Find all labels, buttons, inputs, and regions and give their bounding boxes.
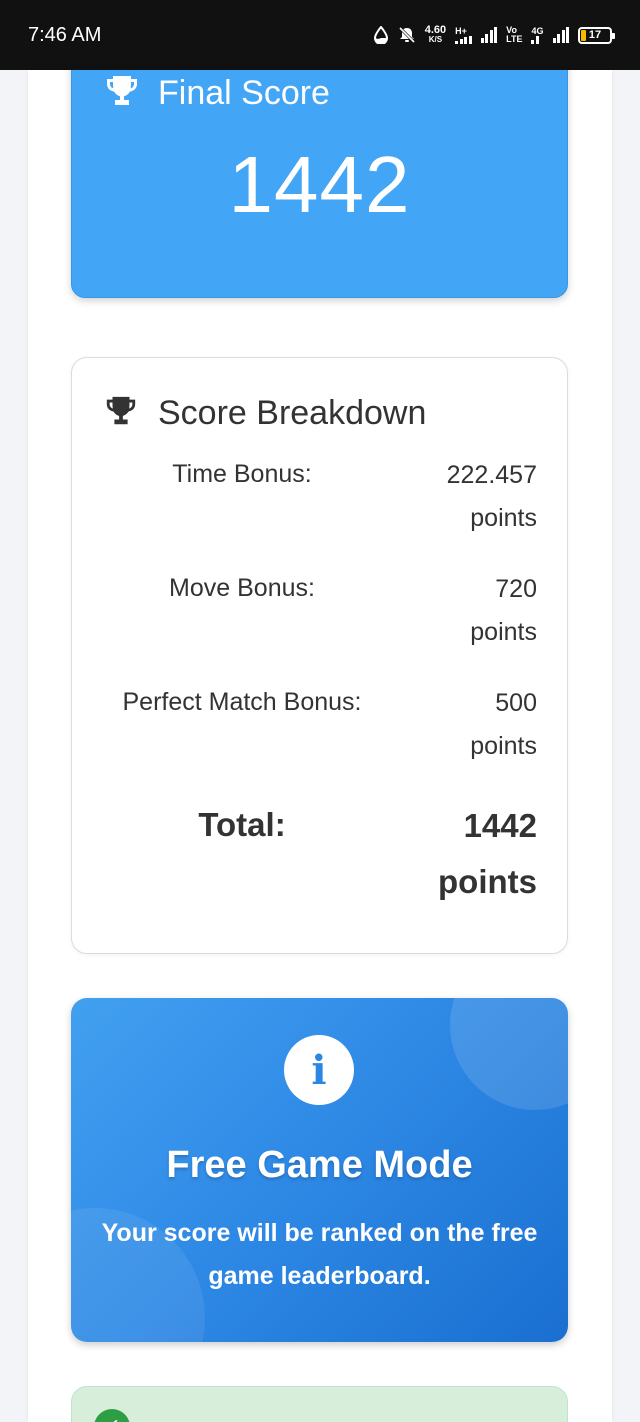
signal1: H+ (455, 25, 472, 44)
signal1-label: H+ (455, 25, 467, 36)
volte-indicator: Vo LTE (506, 26, 522, 44)
breakdown-value: 720 points (470, 568, 537, 654)
success-card: ✓ (71, 1386, 568, 1422)
signal-strength-2-icon (552, 27, 569, 43)
result-page: Final Score 1442 Score Breakdown Time Bo… (28, 70, 612, 1422)
breakdown-total-value: 1442 points (438, 798, 537, 910)
battery-icon: 17 (578, 26, 615, 44)
net-speed-unit: K/S (428, 35, 443, 44)
breakdown-value-unit: points (470, 732, 537, 760)
breakdown-total-unit: points (438, 863, 537, 900)
breakdown-value-unit: points (470, 504, 537, 532)
signal-strength-1-icon (480, 27, 498, 43)
breakdown-value: 500 points (470, 682, 537, 768)
breakdown-total-number: 1442 (463, 807, 537, 844)
mute-bell-icon (398, 26, 416, 44)
status-time: 7:46 AM (28, 23, 102, 46)
breakdown-value-unit: points (470, 618, 537, 646)
breakdown-label: Move Bonus: (169, 574, 315, 602)
trophy-icon (104, 394, 138, 433)
final-score-title: Final Score (158, 74, 330, 112)
status-bar: 7:46 AM 4.60 K/S H+ Vo LTE 4G 17 (0, 0, 640, 70)
trophy-icon (104, 73, 140, 114)
net-speed: 4.60 K/S (425, 25, 446, 45)
score-breakdown-card: Score Breakdown Time Bonus: 222.457 poin… (71, 357, 568, 954)
volte-bottom: LTE (506, 34, 523, 44)
free-game-mode-title: Free Game Mode (166, 1144, 473, 1186)
info-icon: i (284, 1035, 354, 1105)
score-breakdown-header: Score Breakdown (104, 394, 426, 433)
breakdown-value-number: 720 (495, 575, 537, 603)
breakdown-label: Time Bonus: (172, 460, 312, 488)
score-breakdown-title: Score Breakdown (158, 394, 427, 432)
data-saver-icon (373, 26, 389, 44)
signal2-arrows-icon (531, 35, 543, 44)
signal2-label: 4G (531, 25, 544, 36)
final-score-header: Final Score (104, 73, 330, 114)
battery-level: 17 (588, 29, 602, 41)
breakdown-label: Perfect Match Bonus: (122, 688, 362, 716)
final-score-value: 1442 (228, 140, 411, 229)
net-speed-value: 4.60 (424, 24, 447, 36)
signal2: 4G (531, 25, 544, 44)
check-circle-icon: ✓ (94, 1409, 130, 1422)
status-icons: 4.60 K/S H+ Vo LTE 4G 17 (373, 25, 615, 45)
breakdown-value: 222.457 points (447, 454, 537, 540)
breakdown-value-number: 500 (495, 689, 537, 717)
final-score-card: Final Score 1442 (71, 70, 568, 298)
signal1-bars-icon (455, 35, 472, 44)
decorative-circle (450, 998, 568, 1110)
free-game-mode-card: i Free Game Mode Your score will be rank… (71, 998, 568, 1342)
breakdown-total-label: Total: (198, 806, 286, 843)
breakdown-value-number: 222.457 (446, 461, 537, 489)
free-game-mode-text: Your score will be ranked on the free ga… (101, 1219, 538, 1290)
